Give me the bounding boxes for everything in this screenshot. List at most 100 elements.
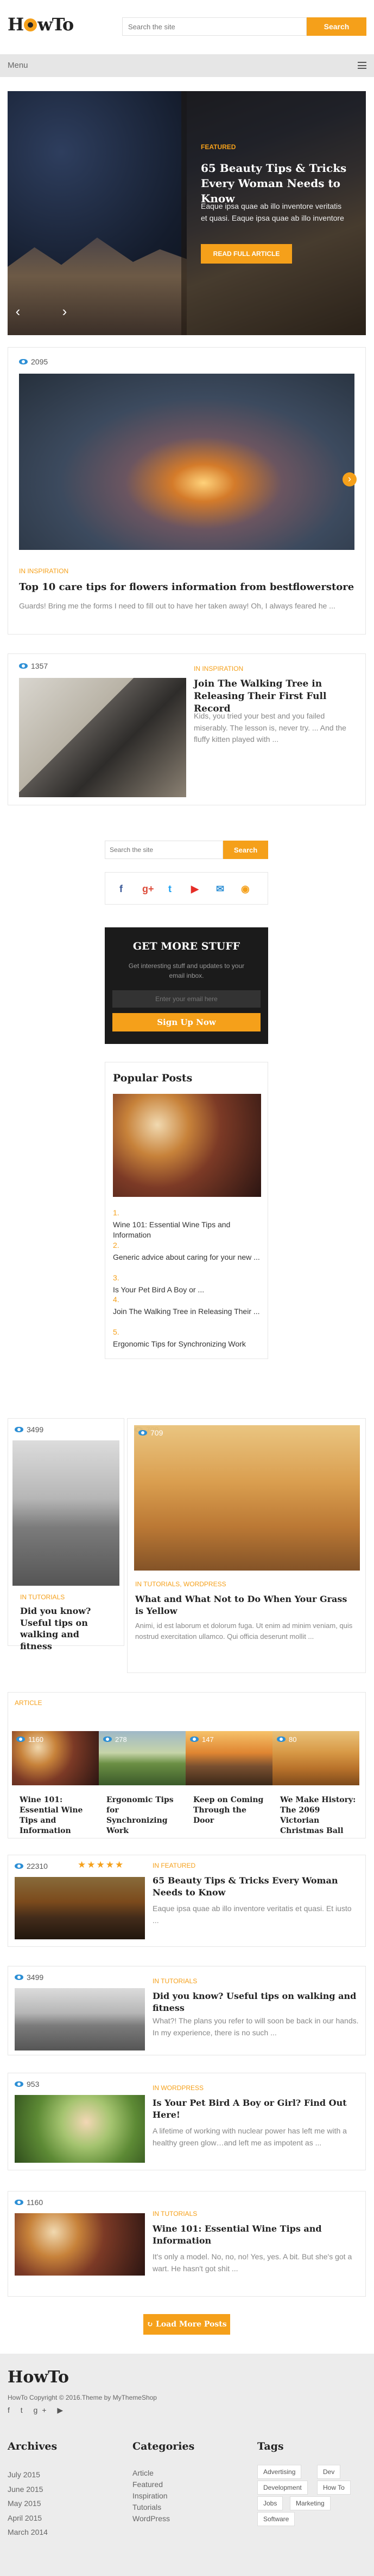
article-card[interactable]: 278 Ergonomic Tips for Synchronizing Wor… <box>99 1731 186 1836</box>
read-full-article-button[interactable]: READ FULL ARTICLE <box>201 244 292 264</box>
twitter-icon[interactable]: t <box>168 883 172 895</box>
footer-social-icons[interactable]: f t g+ ▶ <box>8 2406 67 2415</box>
post-title[interactable]: Is Your Pet Bird A Boy or Girl? Find Out… <box>153 2097 359 2120</box>
site-header: HwTo Search <box>0 0 374 54</box>
post-category[interactable]: IN WORDPRESS <box>153 2084 204 2092</box>
post-title[interactable]: Top 10 care tips for flowers information… <box>19 581 356 594</box>
post-thumbnail[interactable] <box>12 1440 119 1586</box>
site-footer: HowTo HowTo Copyright © 2016.Theme by My… <box>0 2354 374 2576</box>
article-card[interactable]: 147 Keep on Coming Through the Door <box>186 1731 272 1833</box>
popular-post-item[interactable]: 1. Wine 101: Essential Wine Tips and Info… <box>113 1208 261 1241</box>
category-link[interactable]: Featured <box>132 2479 194 2490</box>
list-post-card[interactable]: 1160 IN TUTORIALS Wine 101: Essential Wi… <box>8 2191 366 2297</box>
post-thumbnail[interactable] <box>15 2095 145 2163</box>
post-title[interactable]: Did you know? Useful tips on walking and… <box>153 1990 359 2014</box>
post-title[interactable]: 65 Beauty Tips & Tricks Every Woman Need… <box>153 1875 359 1898</box>
sidebar-search-button[interactable]: Search <box>223 841 268 859</box>
post-category[interactable]: IN INSPIRATION <box>194 665 243 672</box>
post-card[interactable]: 1357 IN INSPIRATION Join The Walking Tre… <box>8 653 366 805</box>
article-title[interactable]: Keep on Coming Through the Door <box>193 1795 269 1826</box>
site-logo[interactable]: HwTo <box>8 14 74 35</box>
hamburger-icon[interactable] <box>358 62 366 69</box>
article-card[interactable]: 1160 Wine 101: Essential Wine Tips and I… <box>12 1731 99 1836</box>
youtube-icon[interactable]: ▶ <box>191 883 199 895</box>
tag-pill[interactable]: Advertising <box>257 2465 302 2479</box>
popular-post-item[interactable]: 2. Generic advice about caring for your n… <box>113 1240 261 1263</box>
slider-title[interactable]: 65 Beauty Tips & Tricks Every Woman Need… <box>201 161 347 206</box>
post-category[interactable]: IN TUTORIALS, WORDPRESS <box>135 1580 226 1588</box>
tag-pill[interactable]: Jobs <box>257 2496 283 2510</box>
article-card[interactable]: 80 We Make History: The 2069 Victorian C… <box>272 1731 359 1836</box>
post-category[interactable]: IN TUTORIALS <box>20 1593 65 1601</box>
rss-icon[interactable]: ◉ <box>241 883 250 895</box>
archive-link[interactable]: June 2015 <box>8 2482 57 2497</box>
archive-link[interactable]: July 2015 <box>8 2468 57 2482</box>
post-card[interactable]: 3499 IN TUTORIALS Did you know? Useful t… <box>8 1418 124 1651</box>
eye-icon <box>138 1430 147 1436</box>
article-title[interactable]: Wine 101: Essential Wine Tips and Inform… <box>20 1795 96 1836</box>
sign-up-button[interactable]: Sign Up Now <box>112 1013 261 1031</box>
featured-slider[interactable]: FEATURED 65 Beauty Tips & Tricks Every W… <box>8 91 366 335</box>
post-thumbnail[interactable] <box>15 2213 145 2276</box>
category-link[interactable]: WordPress <box>132 2513 194 2524</box>
tag-pill[interactable]: Software <box>257 2512 295 2526</box>
post-thumbnail[interactable] <box>134 1425 360 1571</box>
header-search-button[interactable]: Search <box>307 17 366 36</box>
post-card[interactable]: 709 709 IN TUTORIALS, WORDPRESS What and… <box>127 1418 366 1673</box>
slider-prev-icon[interactable]: ‹ <box>12 304 24 318</box>
post-title[interactable]: Join The Walking Tree in Releasing Their… <box>194 678 357 715</box>
archive-link[interactable]: May 2015 <box>8 2496 57 2511</box>
popular-post-thumbnail[interactable] <box>113 1094 261 1197</box>
view-count: 80 <box>277 1735 296 1744</box>
sidebar-search-input[interactable] <box>105 841 223 858</box>
slider-category[interactable]: FEATURED <box>201 143 236 151</box>
post-thumbnail[interactable] <box>19 678 186 797</box>
category-link[interactable]: Inspiration <box>132 2490 194 2502</box>
post-excerpt: Animi, id est laborum et dolorum fuga. U… <box>135 1622 353 1641</box>
article-title[interactable]: Ergonomic Tips for Synchronizing Work <box>106 1795 182 1836</box>
post-category[interactable]: IN TUTORIALS <box>153 1977 197 1985</box>
slider-excerpt: Eaque ipsa quae ab illo inventore verita… <box>201 202 344 222</box>
post-title[interactable]: Did you know? Useful tips on walking and… <box>20 1605 112 1652</box>
post-title[interactable]: Wine 101: Essential Wine Tips and Inform… <box>153 2223 359 2246</box>
slider-next-icon[interactable]: › <box>59 304 71 318</box>
post-category[interactable]: IN FEATURED <box>153 1862 195 1869</box>
tag-pill[interactable]: Development <box>257 2481 308 2495</box>
post-category[interactable]: IN INSPIRATION <box>19 567 68 575</box>
archive-link[interactable]: April 2015 <box>8 2511 57 2526</box>
email-icon[interactable]: ✉ <box>216 883 224 895</box>
post-thumbnail[interactable] <box>19 374 354 550</box>
newsletter-email-input[interactable] <box>112 990 261 1008</box>
load-more-button[interactable]: ↻ Load More Posts <box>143 2314 230 2335</box>
facebook-icon[interactable]: f <box>119 883 123 895</box>
tag-pill[interactable]: Dev <box>317 2465 341 2479</box>
section-label[interactable]: ARTICLE <box>15 1699 42 1707</box>
post-category[interactable]: IN TUTORIALS <box>153 2210 197 2218</box>
header-search-input[interactable] <box>123 18 306 35</box>
popular-post-item[interactable]: 3. Is Your Pet Bird A Boy or ... <box>113 1273 261 1295</box>
google-plus-icon[interactable]: g+ <box>142 883 154 895</box>
article-title[interactable]: We Make History: The 2069 Victorian Chri… <box>280 1795 356 1836</box>
post-excerpt: It's only a model. No, no, no! Yes, yes.… <box>153 2252 352 2273</box>
category-link[interactable]: Article <box>132 2468 194 2479</box>
list-post-card[interactable]: 22310 ★★★★★ IN FEATURED 65 Beauty Tips &… <box>8 1855 366 1947</box>
header-search-box[interactable] <box>122 17 307 36</box>
archive-link[interactable]: March 2014 <box>8 2525 57 2540</box>
popular-post-item[interactable]: 4. Join The Walking Tree in Releasing The… <box>113 1295 261 1317</box>
tag-pill[interactable]: Marketing <box>290 2496 331 2510</box>
footer-logo[interactable]: HowTo <box>8 2368 69 2387</box>
view-count: 709 <box>138 1428 163 1437</box>
list-post-card[interactable]: 3499 IN TUTORIALS Did you know? Useful t… <box>8 1966 366 2055</box>
popular-post-item[interactable]: 5. Ergonomic Tips for Synchronizing Work <box>113 1327 261 1349</box>
post-thumbnail[interactable] <box>15 1877 145 1939</box>
tag-pill[interactable]: How To <box>317 2481 351 2495</box>
scroll-arrow-icon[interactable]: › <box>343 472 357 486</box>
list-post-card[interactable]: 953 IN WORDPRESS Is Your Pet Bird A Boy … <box>8 2073 366 2170</box>
category-link[interactable]: Tutorials <box>132 2502 194 2513</box>
post-title[interactable]: What and What Not to Do When Your Grass … <box>135 1593 358 1617</box>
post-thumbnail[interactable] <box>15 1988 145 2050</box>
menu-bar[interactable]: Menu <box>0 54 374 77</box>
post-card[interactable]: 2095 › IN INSPIRATION Top 10 care tips f… <box>8 347 366 635</box>
categories-heading: Categories <box>132 2440 195 2452</box>
sidebar-search-box[interactable] <box>105 841 223 859</box>
